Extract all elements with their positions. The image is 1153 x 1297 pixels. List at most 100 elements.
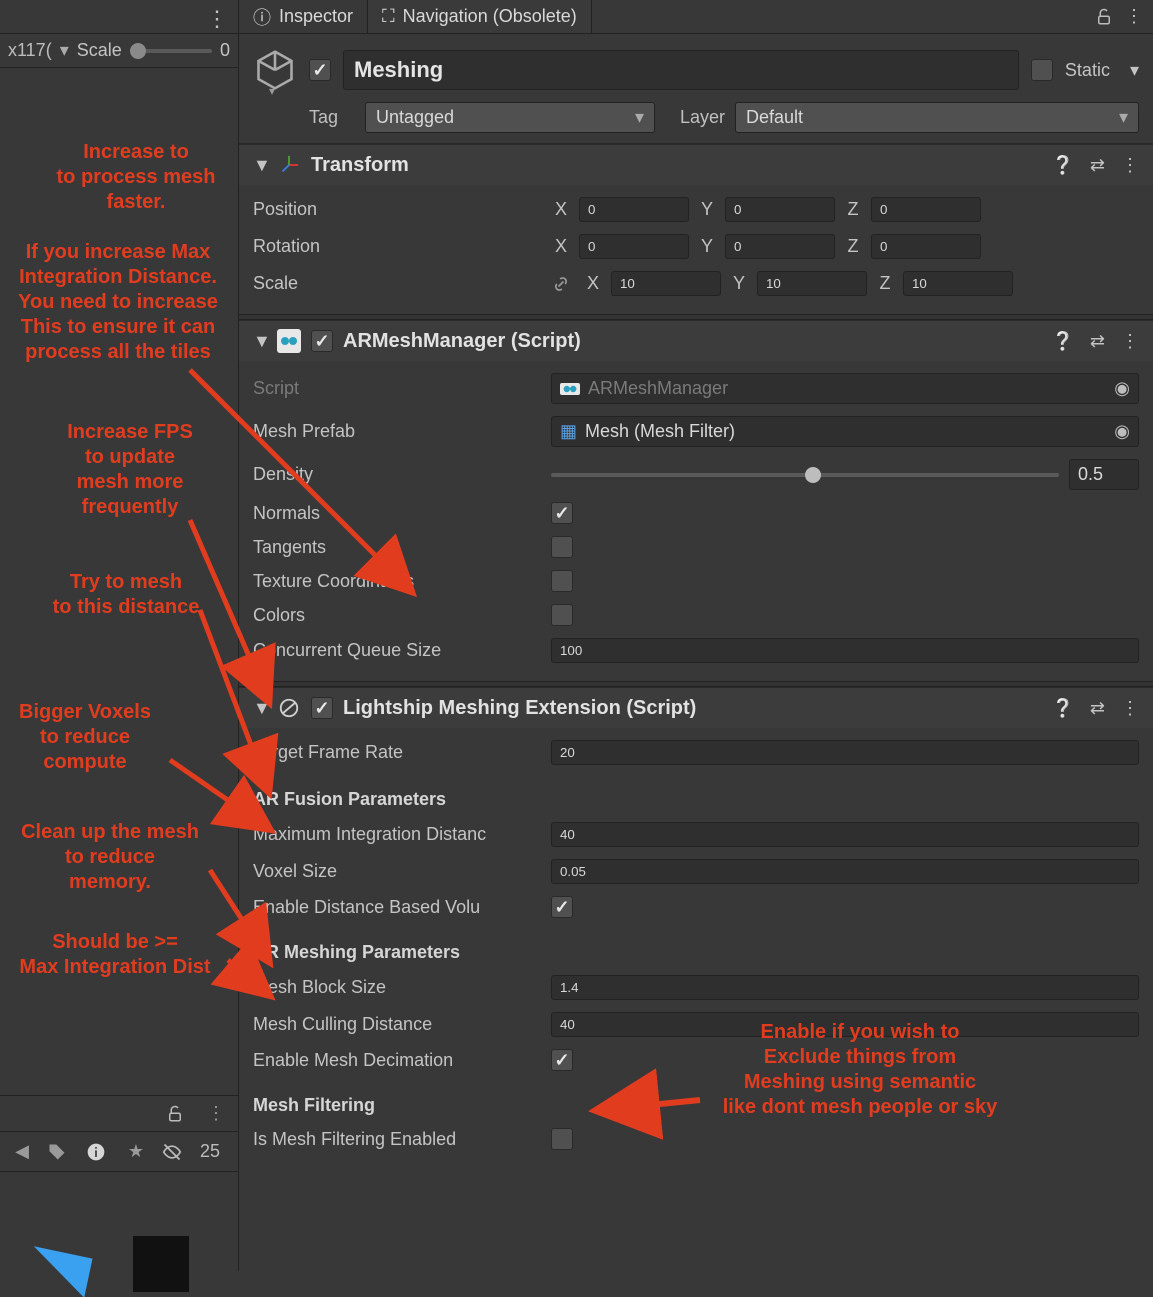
preset-icon[interactable]: ⇄ [1090, 155, 1105, 176]
annotation-text: If you increase MaxIntegration Distance.… [0, 240, 236, 365]
annotation-text: Enable if you wish toExclude things from… [700, 1020, 1020, 1120]
texcoords-checkbox[interactable] [551, 570, 573, 592]
scene-gizmo-icon [25, 1246, 92, 1297]
enable-mesh-decimation-label: Enable Mesh Decimation [253, 1050, 543, 1071]
mesh-block-size-field[interactable] [551, 975, 1139, 1000]
kebab-icon[interactable]: ⋮ [206, 6, 228, 32]
target-fps-field[interactable] [551, 740, 1139, 765]
layer-label: Layer [665, 107, 725, 128]
position-z-field[interactable] [871, 197, 981, 222]
component-armeshmanager: ▼ ARMeshManager (Script) ❔ ⇄ ⋮ Script AR… [239, 320, 1153, 681]
script-object-icon [560, 383, 580, 395]
foldout-icon[interactable]: ▼ [253, 331, 267, 352]
kebab-icon[interactable]: ⋮ [1125, 6, 1143, 27]
normals-checkbox[interactable] [551, 502, 573, 524]
texcoords-label: Texture Coordinates [253, 571, 543, 592]
tangents-checkbox[interactable] [551, 536, 573, 558]
voxel-size-field[interactable] [551, 859, 1139, 884]
mesh-filtering-enabled-checkbox[interactable] [551, 1128, 573, 1150]
mesh-block-size-label: Mesh Block Size [253, 977, 543, 998]
component-enabled-checkbox[interactable] [311, 697, 333, 719]
help-icon[interactable]: ❔ [1051, 155, 1073, 176]
static-label: Static [1065, 60, 1110, 81]
filter-header: Mesh Filtering [253, 1083, 543, 1116]
object-picker-icon: ◉ [1114, 378, 1130, 399]
object-picker-icon[interactable]: ◉ [1114, 421, 1130, 442]
preview-thumbnail [133, 1236, 189, 1292]
density-label: Density [253, 464, 543, 485]
fusion-header: AR Fusion Parameters [253, 777, 543, 810]
hidden-icon[interactable] [162, 1142, 186, 1162]
tag-icon[interactable] [48, 1143, 72, 1161]
kebab-icon[interactable]: ⋮ [204, 1103, 228, 1124]
annotation-text: Increase toto process meshfaster. [36, 140, 236, 215]
link-constraint-icon[interactable] [551, 274, 571, 294]
enable-distance-volume-label: Enable Distance Based Volu [253, 897, 543, 918]
layer-dropdown[interactable]: Default▾ [735, 102, 1139, 133]
component-enabled-checkbox[interactable] [311, 330, 333, 352]
help-icon[interactable]: ❔ [1051, 331, 1073, 352]
max-integration-distance-field[interactable] [551, 822, 1139, 847]
component-title: Transform [311, 154, 409, 177]
density-value[interactable]: 0.5 [1069, 459, 1139, 490]
chevron-down-icon[interactable]: ▾ [1122, 60, 1139, 81]
left-bottom-bars: ⋮ ◀ ★ 25 [0, 1095, 238, 1271]
script-icon [277, 696, 301, 720]
info-icon[interactable] [86, 1142, 110, 1162]
concurrent-queue-field[interactable] [551, 638, 1139, 663]
kebab-icon[interactable]: ⋮ [1121, 155, 1139, 176]
scale-value: 0 [220, 40, 230, 61]
active-checkbox[interactable] [309, 59, 331, 81]
script-field: ARMeshManager ◉ [551, 373, 1139, 404]
gameobject-icon[interactable]: ▾ [253, 48, 297, 92]
lock-open-icon[interactable] [166, 1105, 190, 1123]
annotation-text: Should be >=Max Integration Dist [0, 930, 230, 980]
star-icon[interactable]: ★ [124, 1141, 148, 1162]
gameobject-name-field[interactable] [343, 50, 1019, 90]
static-checkbox[interactable] [1031, 59, 1053, 81]
mesh-prefab-field[interactable]: ▦ Mesh (Mesh Filter) ◉ [551, 416, 1139, 447]
rotation-x-field[interactable] [579, 234, 689, 259]
axis-x-label: X [551, 199, 571, 220]
rotation-y-field[interactable] [725, 234, 835, 259]
back-icon[interactable]: ◀ [10, 1141, 34, 1162]
meshing-header: AR Meshing Parameters [253, 930, 543, 963]
mesh-icon: ▦ [560, 421, 577, 442]
colors-checkbox[interactable] [551, 604, 573, 626]
tab-inspector[interactable]: ⓘ Inspector [239, 0, 368, 33]
script-icon [277, 329, 301, 353]
kebab-icon[interactable]: ⋮ [1121, 698, 1139, 719]
kebab-icon[interactable]: ⋮ [1121, 331, 1139, 352]
mesh-filtering-enabled-label: Is Mesh Filtering Enabled [253, 1129, 543, 1150]
enable-mesh-decimation-checkbox[interactable] [551, 1049, 573, 1071]
axis-z-label: Z [843, 199, 863, 220]
scale-x-field[interactable] [611, 271, 721, 296]
mesh-culling-distance-label: Mesh Culling Distance [253, 1014, 543, 1035]
preset-icon[interactable]: ⇄ [1090, 698, 1105, 719]
tab-navigation[interactable]: ⛶ Navigation (Obsolete) [368, 0, 592, 33]
concurrent-queue-label: Concurrent Queue Size [253, 640, 543, 661]
rotation-z-field[interactable] [871, 234, 981, 259]
tangents-label: Tangents [253, 537, 543, 558]
foldout-icon[interactable]: ▼ [253, 698, 267, 719]
scale-y-field[interactable] [757, 271, 867, 296]
chevron-down-icon[interactable]: ▾ [269, 84, 275, 98]
scale-slider[interactable] [130, 49, 212, 53]
enable-distance-volume-checkbox[interactable] [551, 896, 573, 918]
position-x-field[interactable] [579, 197, 689, 222]
density-slider[interactable] [551, 473, 1059, 477]
mesh-prefab-label: Mesh Prefab [253, 421, 543, 442]
preset-icon[interactable]: ⇄ [1090, 331, 1105, 352]
left-top-bar: ⋮ [0, 0, 238, 34]
tag-dropdown[interactable]: Untagged▾ [365, 102, 655, 133]
help-icon[interactable]: ❔ [1051, 698, 1073, 719]
tab-label: Navigation (Obsolete) [403, 6, 577, 27]
gameobject-header: ▾ Static ▾ Tag Untagged▾ Layer Default▾ [239, 34, 1153, 144]
foldout-icon[interactable]: ▼ [253, 155, 267, 176]
annotation-text: Bigger Voxelsto reducecompute [0, 700, 170, 775]
dimension-dropdown[interactable]: x117( [8, 40, 52, 61]
scale-z-field[interactable] [903, 271, 1013, 296]
lock-open-icon[interactable] [1095, 8, 1113, 26]
position-y-field[interactable] [725, 197, 835, 222]
chevron-down-icon: ▾ [1119, 107, 1128, 128]
